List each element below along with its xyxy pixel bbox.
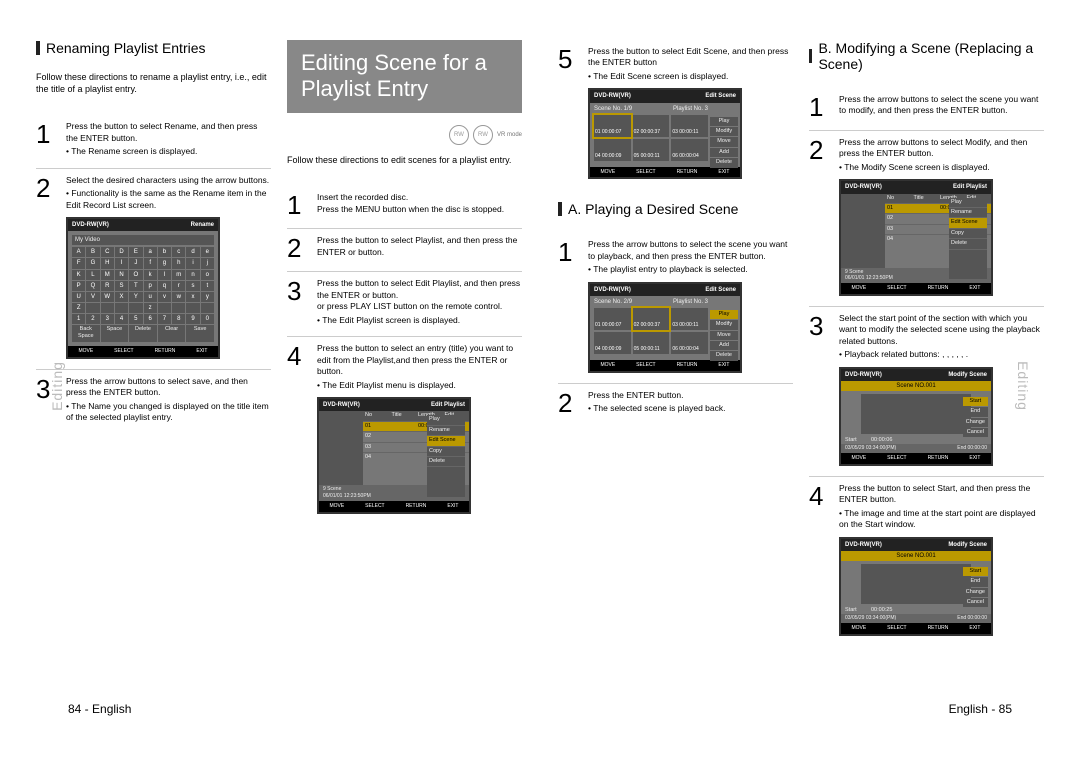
rename-step-2: 2 Select the desired characters using th… — [36, 168, 271, 359]
modify-step-1: 1 Press the arrow buttons to select the … — [809, 88, 1044, 120]
step-text: Press the button to select Edit Playlist… — [317, 278, 520, 311]
right-col-1: 5 Press the button to select Edit Scene,… — [550, 40, 801, 732]
screenshot-rename: DVD-RW(VR)Rename My Video ABCDEabcdeFGHI… — [66, 217, 220, 358]
screenshot-modify-scene-2: DVD-RW(VR)Modify Scene Scene NO.001 Star… — [839, 537, 993, 636]
page-number-right: English - 85 — [949, 702, 1012, 716]
rename-step-3: 3 Press the arrow buttons to select save… — [36, 369, 271, 424]
step-text: Press the arrow buttons to select the sc… — [839, 94, 1038, 115]
step-note: Playback related buttons: , , , , , . — [839, 349, 1044, 360]
rename-step-1: 1 Press the button to select Rename, and… — [36, 115, 271, 157]
step-note: The Edit Scene screen is displayed. — [588, 71, 793, 82]
vr-mode-label: VR mode — [497, 132, 522, 138]
modify-step-2: 2 Press the arrow buttons to select Modi… — [809, 130, 1044, 296]
disc-icon: RW — [449, 125, 469, 145]
rename-field: My Video — [72, 235, 214, 245]
step-note: The Name you changed is displayed on the… — [66, 401, 271, 424]
modify-step-3: 3 Select the start point of the section … — [809, 306, 1044, 466]
step-note: The Edit Playlist screen is displayed. — [317, 315, 522, 326]
edit-step-2: 2 Press the button to select Playlist, a… — [287, 228, 522, 261]
step-text: Press the button to select an entry (tit… — [317, 343, 513, 376]
page-number-left: 84 - English — [68, 702, 131, 716]
side-tab-left: Editing — [49, 361, 65, 411]
step-text: Insert the recorded disc. Press the MENU… — [317, 192, 504, 213]
heading-modify-scene: B. Modifying a Scene (Replacing a Scene) — [809, 40, 1044, 72]
manual-spread: Editing Renaming Playlist Entries Follow… — [0, 0, 1080, 762]
right-page: Editing 5 Press the button to select Edi… — [550, 40, 1052, 732]
step-text: Press the button to select Rename, and t… — [66, 121, 257, 142]
left-page: Editing Renaming Playlist Entries Follow… — [28, 40, 530, 732]
left-col-2: Editing Scene for a Playlist Entry RW RW… — [279, 40, 530, 732]
heading-play-scene: A. Playing a Desired Scene — [558, 201, 793, 217]
step-text: Press the arrow buttons to select Modify… — [839, 137, 1027, 158]
lead-edit: Follow these directions to edit scenes f… — [287, 155, 522, 167]
edit-step-4: 4 Press the button to select an entry (t… — [287, 336, 522, 513]
step-note: The Edit Playlist menu is displayed. — [317, 380, 522, 391]
step-note: The Modify Scene screen is displayed. — [839, 162, 1044, 173]
left-col-1: Renaming Playlist Entries Follow these d… — [28, 40, 279, 732]
edit-step-1: 1 Insert the recorded disc. Press the ME… — [287, 186, 522, 218]
playlist-menu: PlayRenameEdit SceneCopyDelete — [427, 415, 465, 497]
play-step-1: 1 Press the arrow buttons to select the … — [558, 233, 793, 372]
screenshot-edit-playlist: DVD-RW(VR)Edit Playlist NoTitleLengthEdi… — [317, 397, 471, 513]
keyboard-grid: ABCDEabcdeFGHIJfghijKLMNOklmnoPQRSTpqrst… — [72, 247, 214, 324]
step-text: Press the button to select Start, and th… — [839, 483, 1030, 504]
playlist-thumb — [319, 411, 363, 485]
heading-rename: Renaming Playlist Entries — [36, 40, 271, 56]
step-text: Press the ENTER button. — [588, 390, 683, 400]
step-text: Select the start point of the section wi… — [839, 313, 1040, 346]
step-number: 1 — [36, 121, 58, 147]
play-step-2: 2 Press the ENTER button. The selected s… — [558, 383, 793, 416]
screenshot-modify-scene-1: DVD-RW(VR)Modify Scene Scene NO.001 Star… — [839, 367, 993, 466]
page-title: Editing Scene for a Playlist Entry — [287, 40, 522, 113]
screenshot-edit-scene: DVD-RW(VR)Edit Scene Scene No. 1/9 Playl… — [588, 88, 742, 179]
step-text: Select the desired characters using the … — [66, 175, 269, 185]
edit-step-3: 3 Press the button to select Edit Playli… — [287, 271, 522, 326]
disc-icon: RW — [473, 125, 493, 145]
step-note: The image and time at the start point ar… — [839, 508, 1044, 531]
step-note: The playlist entry to playback is select… — [588, 264, 793, 275]
modify-step-4: 4 Press the button to select Start, and … — [809, 476, 1044, 636]
step-text: Press the button to select Playlist, and… — [317, 235, 517, 256]
step-text: Press the arrow buttons to select the sc… — [588, 239, 787, 260]
screenshot-edit-scene-play: DVD-RW(VR)Edit Scene Scene No. 2/9 Playl… — [588, 282, 742, 373]
step-text: Press the arrow buttons to select save, … — [66, 376, 248, 397]
step-note: The Rename screen is displayed. — [66, 146, 271, 157]
step-note: The selected scene is played back. — [588, 403, 793, 414]
lead-rename: Follow these directions to rename a play… — [36, 72, 271, 95]
step-note: Functionality is the same as the Rename … — [66, 188, 271, 211]
screenshot-edit-playlist-modify: DVD-RW(VR)Edit Playlist NoTitleLengthEdi… — [839, 179, 993, 295]
keyboard-fn-row: Back SpaceSpaceDeleteClearSave — [72, 325, 214, 342]
step-number: 2 — [36, 175, 58, 201]
edit-step-5: 5 Press the button to select Edit Scene,… — [558, 40, 793, 179]
side-tab-right: Editing — [1015, 361, 1031, 411]
disc-mode-icons: RW RW VR mode — [287, 125, 522, 145]
step-text: Press the button to select Edit Scene, a… — [588, 46, 788, 67]
